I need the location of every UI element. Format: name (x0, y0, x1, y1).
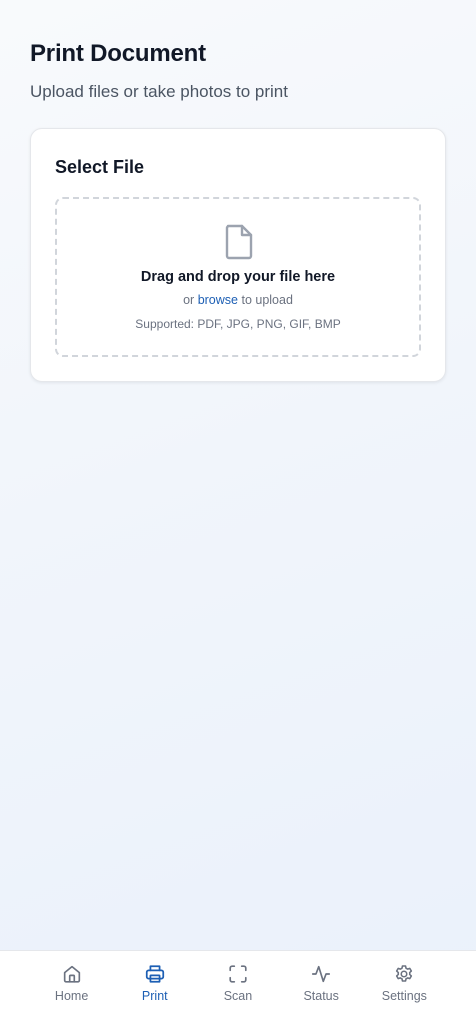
dropzone-headline: Drag and drop your file here (140, 269, 336, 285)
nav-item-print[interactable]: Print (120, 951, 190, 1014)
nav-label-print: Print (141, 989, 168, 1003)
select-file-card: Select File Drag and drop your file here… (30, 128, 446, 382)
nav-item-home[interactable]: Home (37, 951, 107, 1014)
browse-link[interactable]: browse (198, 293, 238, 307)
dropzone-suffix: to upload (241, 293, 293, 307)
gear-icon (396, 965, 413, 982)
nav-label-scan: Scan (223, 989, 253, 1003)
card-title: Select File (55, 157, 145, 177)
bottom-navigation: Home Print Scan Status Settings (0, 950, 476, 1014)
page-subtitle: Upload files or take photos to print (30, 82, 288, 101)
nav-label-status: Status (303, 989, 339, 1003)
file-dropzone[interactable]: Drag and drop your file here or browse t… (55, 197, 421, 357)
page-title: Print Document (30, 40, 206, 67)
supported-formats: Supported: PDF, JPG, PNG, GIF, BMP (135, 317, 341, 331)
nav-label-settings: Settings (381, 989, 427, 1003)
home-icon (63, 965, 80, 983)
activity-icon (312, 965, 331, 983)
file-icon (225, 224, 253, 260)
scan-icon (229, 965, 247, 983)
nav-label-home: Home (54, 989, 89, 1003)
printer-icon (145, 965, 164, 983)
dropzone-instruction: or browse to upload (57, 293, 419, 307)
nav-item-scan[interactable]: Scan (203, 951, 273, 1014)
nav-item-status[interactable]: Status (286, 951, 356, 1014)
nav-item-settings[interactable]: Settings (369, 951, 439, 1014)
print-page: Print Document Upload files or take phot… (0, 0, 476, 950)
dropzone-prefix: or (183, 293, 195, 307)
